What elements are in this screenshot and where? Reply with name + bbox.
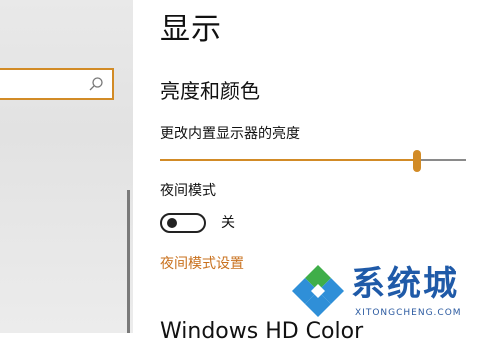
brightness-slider-fill — [160, 159, 417, 161]
watermark: 系统城 XITONGCHENG.COM — [289, 262, 477, 332]
night-light-state: 关 — [221, 215, 235, 231]
sidebar-scrollbar[interactable] — [127, 190, 130, 333]
brightness-slider[interactable] — [160, 150, 466, 172]
watermark-url: XITONGCHENG.COM — [355, 308, 462, 318]
night-light-settings-link[interactable]: 夜间模式设置 — [160, 254, 244, 274]
brightness-slider-thumb[interactable] — [413, 150, 421, 172]
watermark-brand: 系统城 — [351, 264, 459, 304]
night-light-toggle[interactable] — [160, 213, 206, 233]
section-title-brightness-color: 亮度和颜色 — [160, 79, 260, 103]
settings-sidebar — [0, 0, 133, 333]
page-title: 显示 — [160, 12, 222, 47]
night-light-label: 夜间模式 — [160, 183, 216, 199]
search-icon[interactable] — [88, 76, 104, 92]
search-input[interactable] — [0, 68, 114, 100]
toggle-knob — [167, 218, 177, 228]
brightness-slider-track — [417, 159, 466, 161]
brightness-label: 更改内置显示器的亮度 — [160, 126, 300, 142]
brand-logo-icon — [292, 265, 344, 317]
